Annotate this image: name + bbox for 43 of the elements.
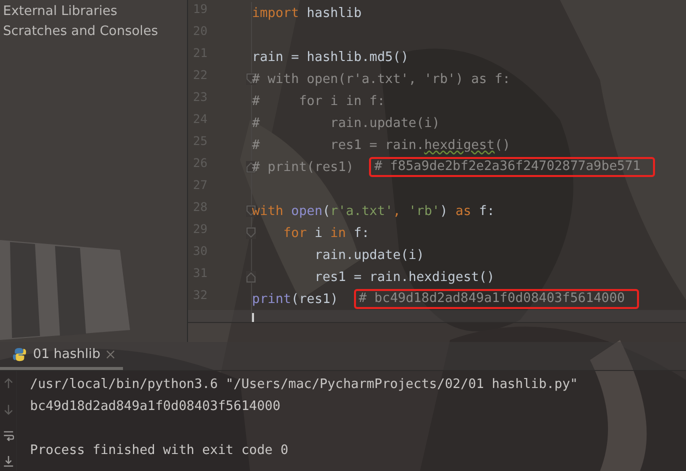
fold-marker-icon[interactable] <box>246 227 256 239</box>
code-string: 'rb' <box>408 204 440 218</box>
code-text: ( <box>322 204 330 218</box>
code-text: rain = hashlib.md5() <box>252 50 409 64</box>
code-builtin: open <box>291 204 322 218</box>
tree-item[interactable]: Scratches and Consoles <box>0 22 187 42</box>
code-text: i <box>314 226 324 240</box>
up-arrow-icon[interactable] <box>2 378 14 389</box>
console-output: bc49d18d2ad849a1f0d08403f5614000 <box>30 399 280 414</box>
code-keyword: import <box>252 6 299 20</box>
tree-item[interactable]: External Libraries <box>0 2 187 22</box>
code-text: (res1) <box>291 292 340 306</box>
code-keyword: as <box>456 204 472 218</box>
code-keyword: for <box>282 226 307 240</box>
code-text: rain.update(i) <box>314 248 424 262</box>
code-text: f: <box>478 204 495 218</box>
code-comment: # for i in f: <box>252 94 386 108</box>
code-text: f: <box>352 226 370 240</box>
scroll-to-end-icon[interactable] <box>2 456 14 467</box>
down-arrow-icon[interactable] <box>2 404 14 415</box>
code-text: hashlib <box>306 6 362 20</box>
fold-marker-icon[interactable] <box>246 271 256 283</box>
code-comment: () <box>494 138 510 152</box>
code-keyword: in <box>330 226 346 240</box>
python-icon <box>12 347 27 362</box>
run-tab[interactable]: 01 hashlib <box>0 342 124 370</box>
code-comment: # res1 = rain. <box>252 138 424 152</box>
code-text: res1 = rain.hexdigest() <box>314 270 495 284</box>
code-comment: # with open(r'a.txt', 'rb') as f: <box>252 72 510 86</box>
code-comment: # print(res1) <box>252 160 355 174</box>
code-keyword: , <box>392 204 402 218</box>
console-output: /usr/local/bin/python3.6 "/Users/mac/PycharmProjects/02/01 hashlib.py" <box>30 377 578 392</box>
code-comment: # rain.update(i) <box>252 116 440 130</box>
misspelled-word: hexdigest <box>424 138 495 152</box>
code-string: r'a.txt' <box>330 204 393 218</box>
soft-wrap-icon[interactable] <box>2 430 14 441</box>
console-output: Process finished with exit code 0 <box>30 443 288 458</box>
boxed-comment: # f85a9de2bf2e2a36f24702877a9be571 <box>369 157 655 177</box>
boxed-comment: # bc49d18d2ad849a1f0d08403f5614000 <box>354 289 639 309</box>
code-text: ) <box>440 204 449 218</box>
code-keyword: with <box>252 204 284 218</box>
close-icon[interactable] <box>106 350 116 359</box>
code-builtin: print <box>252 292 292 306</box>
